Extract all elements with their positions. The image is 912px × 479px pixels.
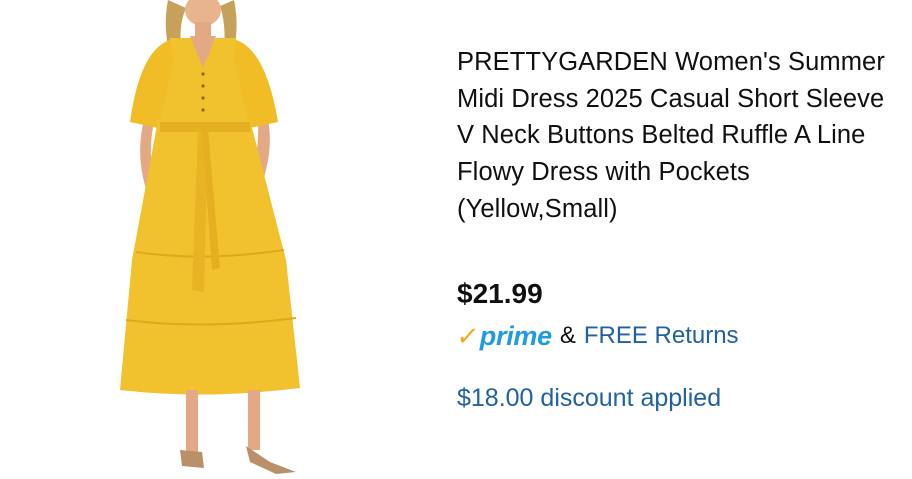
product-price: $21.99: [457, 278, 543, 309]
prime-logo: ✓ prime: [454, 320, 552, 352]
free-returns-link[interactable]: FREE Returns: [584, 322, 739, 350]
ampersand: &: [559, 322, 576, 349]
shipping-row: ✓ prime & FREE Returns: [454, 318, 739, 354]
prime-label: prime: [479, 320, 552, 351]
product-title[interactable]: PRETTYGARDEN Women's Summer Midi Dress 2…: [457, 44, 897, 228]
discount-text: $18.00 discount applied: [457, 384, 722, 412]
check-icon: ✓: [454, 320, 481, 351]
product-image[interactable]: [100, 0, 330, 479]
product-card[interactable]: PRETTYGARDEN Women's Summer Midi Dress 2…: [0, 0, 912, 479]
dress-illustration: [120, 0, 300, 474]
